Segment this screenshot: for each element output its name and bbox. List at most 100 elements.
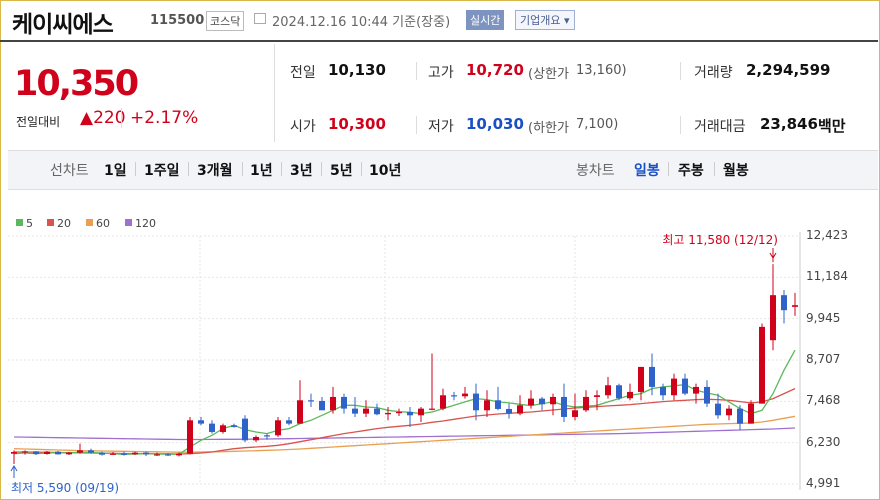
open-label: 시가: [290, 119, 316, 135]
divider: [135, 162, 136, 176]
candle: [781, 295, 787, 311]
candle: [440, 395, 446, 409]
candle: [352, 408, 358, 414]
stock-code: 115500: [150, 13, 205, 28]
candle: [385, 412, 391, 415]
candle: [792, 305, 798, 307]
candle: [242, 418, 248, 441]
high-annotation: 최고 11,580 (12/12): [662, 233, 778, 247]
amount-label: 거래대금: [694, 119, 746, 135]
candle: [363, 408, 369, 414]
candle: [396, 411, 402, 414]
candle: [682, 378, 688, 394]
ma120-line: [13, 427, 796, 441]
y-tick-label: 4,991: [806, 476, 841, 490]
realtime-button[interactable]: 실시간: [466, 10, 505, 30]
candle: [55, 451, 61, 455]
candle: [462, 393, 468, 397]
candle: [517, 405, 523, 414]
candle: [88, 450, 94, 453]
candle: [165, 454, 171, 456]
y-tick-label: 6,230: [806, 434, 841, 449]
candle: [759, 326, 765, 404]
period-5y[interactable]: 5년: [330, 160, 353, 180]
amount-value: 23,846: [760, 115, 818, 133]
period-3m[interactable]: 3개월: [197, 160, 233, 180]
y-tick-label: 11,184: [806, 269, 848, 284]
candle: [770, 295, 776, 341]
change-value: ▲220: [80, 108, 126, 128]
stock-header: 케이씨에스 115500 코스닥 2024.12.16 10:44 기준(장중)…: [0, 0, 878, 42]
line-chart-label: 선차트: [50, 163, 89, 179]
candle: [495, 400, 501, 409]
low-value: 10,030: [466, 115, 524, 133]
current-price: 10,350: [14, 64, 139, 104]
candle: [671, 378, 677, 396]
change-percent: +2.17%: [130, 108, 199, 128]
y-tick-label: 7,468: [806, 393, 841, 408]
candle: [704, 386, 710, 404]
candle: [726, 408, 732, 416]
change-label: 전일대비: [16, 115, 61, 129]
candle: [22, 451, 28, 453]
period-1d[interactable]: 1일: [104, 160, 127, 180]
up-triangle-icon: ▲: [80, 108, 94, 128]
candle: [693, 386, 699, 394]
period-1y[interactable]: 1년: [250, 160, 273, 180]
divider: [416, 116, 417, 134]
candle: [583, 396, 589, 411]
divider: [281, 162, 282, 176]
candle: [473, 393, 479, 411]
period-3y[interactable]: 3년: [290, 160, 313, 180]
company-info-dropdown[interactable]: 기업개요 ▾: [515, 10, 575, 30]
legend-ma20: 20: [47, 217, 71, 230]
calendar-icon: [254, 13, 266, 24]
period-10y[interactable]: 10년: [369, 160, 401, 180]
price-chart[interactable]: 최고 11,580 (12/12) 최저 5,590 (09/19): [0, 230, 880, 498]
period-weekly[interactable]: 주봉: [678, 160, 704, 180]
candle: [341, 396, 347, 409]
period-daily[interactable]: 일봉: [634, 160, 660, 180]
candle: [638, 366, 644, 392]
low-label: 저가: [428, 119, 454, 135]
candle: [44, 451, 50, 455]
candle: [737, 408, 743, 424]
candle: [154, 454, 160, 456]
y-tick-label: 8,707: [806, 352, 841, 366]
candle: [33, 451, 39, 455]
lower-limit-value: 7,100): [576, 117, 619, 132]
timestamp: 2024.12.16 10:44 기준(장중): [272, 15, 451, 30]
legend-swatch: [86, 219, 93, 226]
candle: [253, 436, 259, 441]
candle: [275, 420, 281, 436]
candle: [649, 366, 655, 387]
candle: [99, 452, 105, 455]
candle: [187, 420, 193, 454]
candle: [209, 423, 215, 432]
market-badge: 코스닥: [206, 11, 245, 31]
candle: [11, 451, 17, 454]
divider: [321, 162, 322, 176]
candle: [550, 396, 556, 405]
candle: [143, 452, 149, 455]
candle: [77, 450, 83, 453]
candle: [506, 408, 512, 414]
high-label: 고가: [428, 65, 454, 81]
candle: [429, 408, 435, 410]
period-monthly[interactable]: 월봉: [723, 160, 749, 180]
candle: [198, 420, 204, 424]
ma60-line: [13, 415, 796, 453]
candle: [121, 453, 127, 455]
upper-limit-value: 13,160): [576, 63, 627, 78]
legend-ma120: 120: [125, 217, 156, 230]
candle: [264, 435, 270, 437]
divider: [714, 162, 715, 176]
divider: [242, 162, 243, 176]
candle: [451, 395, 457, 397]
prev-close-label: 전일: [290, 65, 316, 81]
lower-limit-label: (하한가: [528, 121, 569, 136]
divider: [668, 162, 669, 176]
period-1w[interactable]: 1주일: [144, 160, 180, 180]
legend-ma5: 5: [16, 217, 33, 230]
stock-name: 케이씨에스: [12, 12, 114, 38]
